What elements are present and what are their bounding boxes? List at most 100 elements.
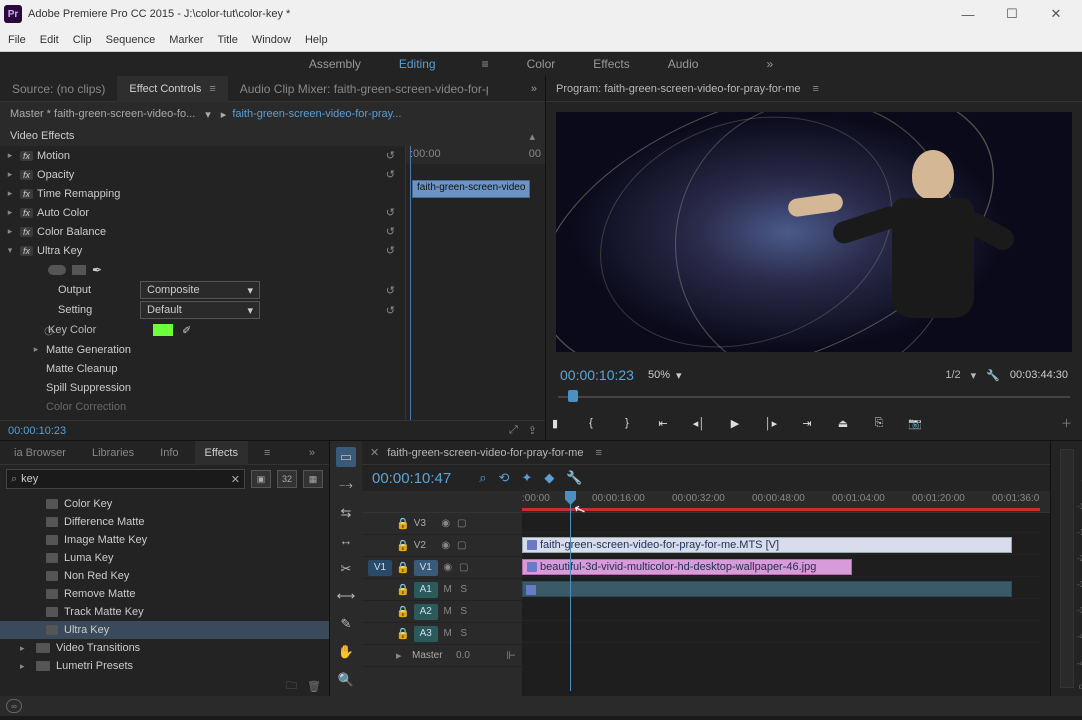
target-a3[interactable]: A3 (414, 626, 438, 642)
ultra-key-matte-generation[interactable]: ▸Matte Generation (0, 340, 405, 359)
effect-time-remapping[interactable]: ▸fxTime Remapping (0, 184, 405, 203)
extract-icon[interactable]: ⎘ (870, 417, 888, 430)
mute-icon[interactable]: M (442, 606, 454, 617)
reset-icon[interactable]: ↺ (386, 168, 395, 181)
eyedropper-icon[interactable]: ✐ (182, 324, 191, 337)
lock-icon[interactable]: 🔒 (396, 583, 410, 596)
button-editor-add-icon[interactable]: ＋ (1061, 415, 1072, 431)
ec-export-icon[interactable]: ⇪ (528, 424, 537, 437)
track-select-tool-icon[interactable]: ⤍ (336, 475, 356, 495)
sync-lock-icon[interactable]: ▢ (458, 562, 470, 573)
lock-icon[interactable]: 🔒 (396, 517, 410, 530)
reset-icon[interactable]: ↺ (386, 206, 395, 219)
effect-controls-timeline[interactable]: :00:0000 faith-green-screen-video (405, 146, 545, 420)
zoom-tool-icon[interactable]: 🔍 (336, 670, 356, 690)
workspace-effects[interactable]: Effects (593, 57, 629, 71)
effect-item-remove-matte[interactable]: Remove Matte (0, 585, 329, 603)
filter-32bit-icon[interactable]: 32 (277, 470, 297, 488)
mute-icon[interactable]: M (442, 584, 454, 595)
menu-sequence[interactable]: Sequence (106, 34, 156, 46)
linked-selection-icon[interactable]: ⟲ (499, 470, 510, 486)
menu-help[interactable]: Help (305, 34, 328, 46)
solo-icon[interactable]: S (458, 628, 470, 639)
ultra-key-matte-cleanup[interactable]: ▸Matte Cleanup (0, 359, 405, 378)
target-a1[interactable]: A1 (414, 582, 438, 598)
panel-menu-icon[interactable]: ≡ (813, 83, 819, 95)
target-a2[interactable]: A2 (414, 604, 438, 620)
effect-item-color-key[interactable]: Color Key (0, 495, 329, 513)
timeline-settings-icon[interactable]: 🔧 (566, 470, 582, 486)
tabs-overflow-icon[interactable]: » (523, 83, 545, 95)
menu-edit[interactable]: Edit (40, 34, 59, 46)
timeline-clip-area[interactable]: faith-green-screen-video-for-pray-for-me… (522, 513, 1050, 696)
effect-auto-color[interactable]: ▸fxAuto Color↺ (0, 203, 405, 222)
sequence-name[interactable]: faith-green-screen-video-for-pray-for-me (387, 447, 583, 459)
clip-v1[interactable]: beautiful-3d-vivid-multicolor-hd-desktop… (522, 559, 852, 575)
solo-icon[interactable]: S (458, 606, 470, 617)
menu-title[interactable]: Title (217, 34, 237, 46)
program-tab[interactable]: Program: faith-green-screen-video-for-pr… (546, 76, 1082, 102)
program-zoom[interactable]: 50%▾ (648, 369, 682, 382)
mask-ellipse-icon[interactable] (48, 265, 66, 275)
output-dropdown[interactable]: Composite▾ (140, 281, 260, 299)
setting-dropdown[interactable]: Default▾ (140, 301, 260, 319)
menu-file[interactable]: File (8, 34, 26, 46)
track-header-a1[interactable]: 🔒A1MS (362, 579, 522, 601)
tabs-overflow-icon[interactable]: » (299, 447, 325, 459)
lock-icon[interactable]: 🔒 (396, 605, 410, 618)
maximize-button[interactable]: ☐ (990, 1, 1034, 27)
ec-clip-bar[interactable]: faith-green-screen-video (412, 180, 530, 198)
marker-icon[interactable]: ◆ (544, 470, 554, 486)
mask-rect-icon[interactable] (72, 265, 86, 275)
track-header-v3[interactable]: 🔒V3◉▢ (362, 513, 522, 535)
chevron-down-icon[interactable]: ▾ (971, 369, 977, 382)
master-dropdown-icon[interactable]: ▾ (205, 108, 211, 121)
workspace-overflow-icon[interactable]: » (766, 57, 773, 71)
selection-tool-icon[interactable]: ▭ (336, 447, 356, 467)
snap-icon[interactable]: ⌕ (479, 470, 486, 486)
tab-source[interactable]: Source: (no clips) (0, 76, 117, 102)
play-icon[interactable]: ▶ (726, 417, 744, 430)
panel-menu-icon[interactable]: ≡ (595, 447, 601, 459)
effect-item-non-red-key[interactable]: Non Red Key (0, 567, 329, 585)
track-header-master[interactable]: ▸Master0.0⊩ (362, 645, 522, 667)
delete-icon[interactable]: 🗑 (307, 680, 321, 693)
ec-playhead[interactable] (410, 146, 411, 420)
track-header-a3[interactable]: 🔒 A3 MS (362, 623, 522, 645)
ec-zoom-icon[interactable]: ⤢ (509, 424, 518, 437)
panel-menu-icon[interactable]: ≡ (254, 447, 280, 459)
clip-a1[interactable] (522, 581, 1012, 597)
effect-item-luma-key[interactable]: Luma Key (0, 549, 329, 567)
tab-effects[interactable]: Effects (195, 441, 248, 465)
program-resolution[interactable]: 1/2 (945, 369, 960, 381)
ultra-key-color-correction[interactable]: ▸Color Correction (0, 397, 405, 416)
mark-in-icon[interactable]: ▮ (546, 417, 564, 430)
stopwatch-icon[interactable]: ◷ (0, 324, 44, 337)
add-marker-icon[interactable]: ✦ (521, 470, 532, 486)
effect-controls-timecode[interactable]: 00:00:10:23 (8, 425, 66, 437)
reset-icon[interactable]: ↺ (386, 244, 395, 257)
menu-marker[interactable]: Marker (169, 34, 203, 46)
reset-icon[interactable]: ↺ (386, 225, 395, 238)
workspace-color[interactable]: Color (527, 57, 556, 71)
program-scrubber[interactable] (558, 388, 1070, 406)
program-monitor-viewport[interactable] (556, 112, 1072, 352)
tab-audio-clip-mixer[interactable]: Audio Clip Mixer: faith-green-screen-vid… (228, 76, 488, 102)
mark-in-bracket-icon[interactable]: { (582, 417, 600, 429)
tab-media-browser[interactable]: ia Browser (4, 447, 76, 459)
keycolor-swatch[interactable] (152, 323, 174, 337)
tab-info[interactable]: Info (150, 447, 188, 459)
workspace-editing[interactable]: Editing (399, 57, 436, 71)
sync-lock-icon[interactable]: ▢ (456, 518, 468, 529)
lock-icon[interactable]: 🔒 (396, 627, 410, 640)
panel-menu-icon[interactable]: ≡ (209, 83, 215, 95)
sequence-clip-link[interactable]: faith-green-screen-video-for-pray... (232, 108, 401, 120)
clip-v2[interactable]: faith-green-screen-video-for-pray-for-me… (522, 537, 1012, 553)
rate-stretch-tool-icon[interactable]: ↔ (336, 531, 356, 551)
menu-clip[interactable]: Clip (73, 34, 92, 46)
new-bin-icon[interactable]: 🗀 (286, 677, 297, 696)
timeline-timecode[interactable]: 00:00:10:47 (372, 470, 451, 487)
pen-tool-icon[interactable]: ✎ (336, 614, 356, 634)
timeline-ruler[interactable]: :00:00 00:00:16:00 00:00:32:00 00:00:48:… (362, 491, 1050, 513)
mute-icon[interactable]: M (442, 628, 454, 639)
